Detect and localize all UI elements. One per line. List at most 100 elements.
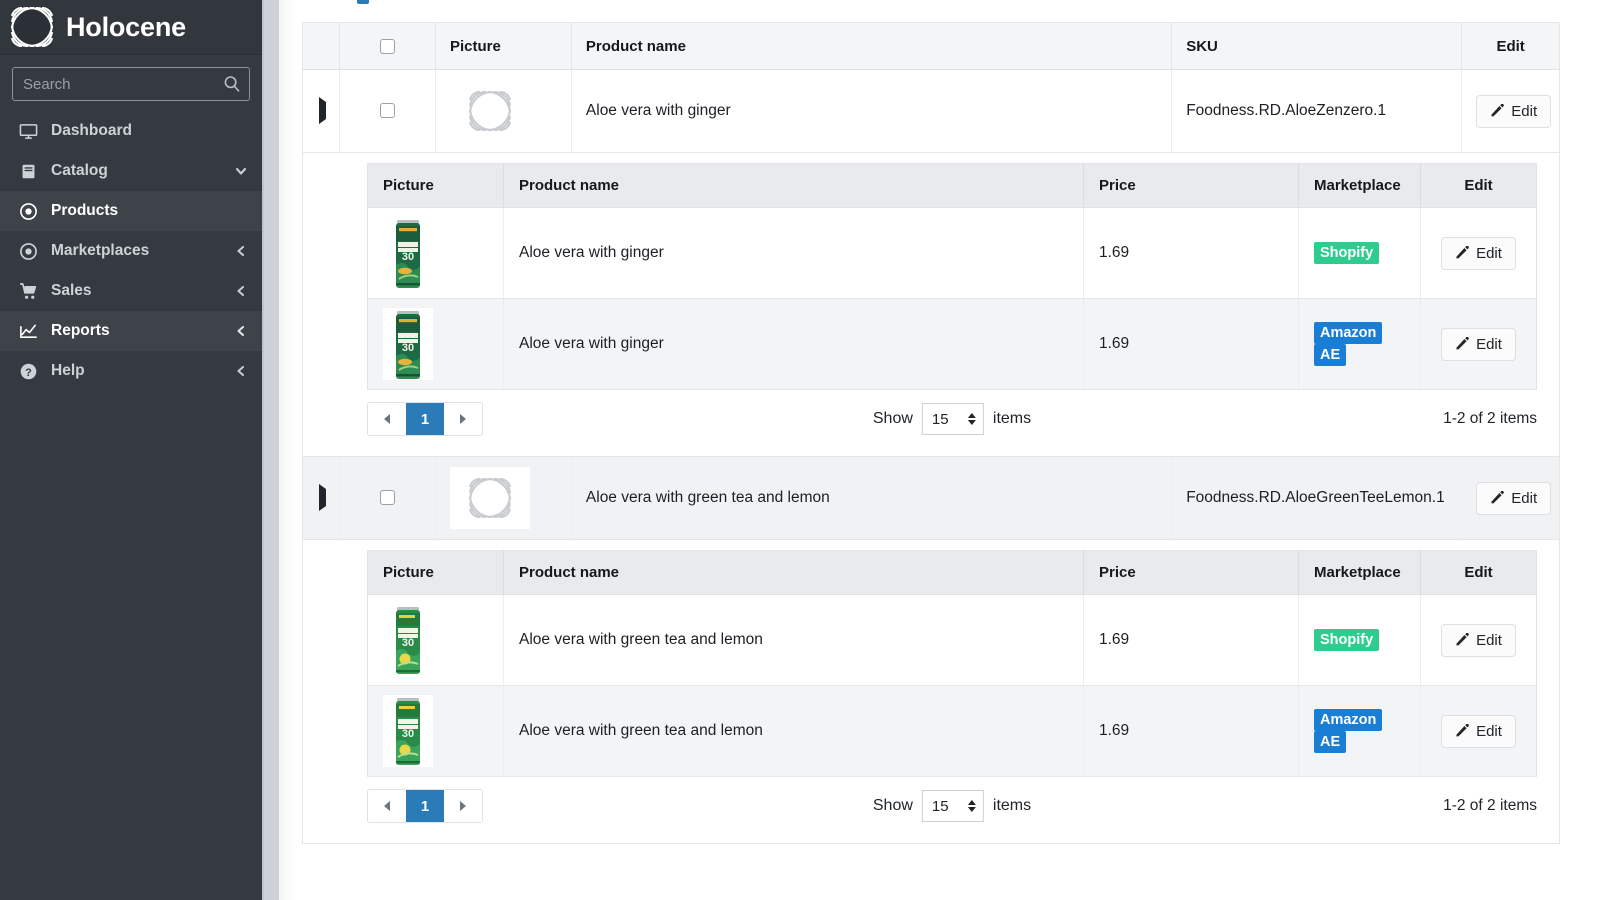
edit-button[interactable]: Edit [1441,236,1516,270]
book-icon [18,161,38,181]
row-select-cell[interactable] [339,456,436,540]
col-marketplace: Marketplace [1298,163,1421,208]
svg-text:?: ? [25,366,32,378]
chevron-right-icon [460,414,466,424]
stepper-arrows-icon[interactable] [967,413,976,425]
search-container [0,55,262,111]
search-box[interactable] [12,67,250,101]
col-edit: Edit [1420,550,1537,595]
page-size-stepper[interactable]: 15 [921,403,984,435]
col-edit: Edit [1461,22,1560,70]
product-can-image [383,217,433,289]
select-all-checkbox[interactable] [380,39,396,55]
chevron-left-icon [384,801,390,811]
product-can-image [383,308,433,380]
variant-product-name: Aloe vera with green tea and lemon [503,685,1084,777]
search-icon[interactable] [223,75,241,93]
table-row[interactable]: Aloe vera with ginger Foodness.RD.AloeZe… [302,69,1560,153]
variants-table-body: Aloe vera with ginger 1.69 Shopify Edit … [367,207,1537,390]
sidebar-item-products[interactable]: Products [0,191,262,231]
sidebar-item-dashboard[interactable]: Dashboard [0,111,262,151]
page-scrollbar[interactable] [262,0,302,900]
variant-picture-cell [367,594,504,686]
row-select-cell[interactable] [339,69,436,153]
row-checkbox[interactable] [380,490,396,506]
col-picture: Picture [367,550,504,595]
pencil-icon [1455,337,1469,351]
page-size-stepper[interactable]: 15 [921,790,984,822]
chevron-left-icon[interactable] [234,244,248,258]
pencil-icon [1455,633,1469,647]
products-table-head: Picture Product name SKU Edit [302,22,1560,70]
col-picture: Picture [367,163,504,208]
stepper-down-icon[interactable] [967,807,976,812]
scrollbar-thumb[interactable] [266,0,279,900]
edit-button-label: Edit [1511,102,1538,120]
circle-dot-icon [18,201,38,221]
cart-icon [18,281,38,301]
variant-row[interactable]: Aloe vera with ginger 1.69 Amazon AE Edi… [367,298,1537,390]
sidebar-item-label: Help [51,362,85,379]
variants-panel: Picture Product name Price Marketplace E… [367,550,1537,777]
variant-product-name: Aloe vera with ginger [503,298,1084,390]
edit-button[interactable]: Edit [1476,481,1552,515]
pagination-page-1[interactable]: 1 [406,790,444,822]
sidebar-item-label: Reports [51,322,110,339]
app-root: Holocene Dashboard [0,0,1600,900]
edit-button[interactable]: Edit [1476,94,1552,128]
variant-price: 1.69 [1083,594,1299,686]
sidebar-item-marketplaces[interactable]: Marketplaces [0,231,262,271]
expand-triangle-icon[interactable] [319,484,326,511]
edit-button[interactable]: Edit [1441,623,1516,657]
variant-row[interactable]: Aloe vera with ginger 1.69 Shopify Edit [367,207,1537,299]
row-checkbox[interactable] [380,103,396,119]
stepper-arrows-icon[interactable] [967,800,976,812]
variants-table-head: Picture Product name Price Marketplace E… [367,550,1537,595]
sidebar-item-sales[interactable]: Sales [0,271,262,311]
stepper-down-icon[interactable] [967,420,976,425]
holocene-logo-icon [10,6,54,48]
pagination-prev-button[interactable] [368,790,406,822]
page-size-value: 15 [931,410,949,428]
pagination-next-button[interactable] [444,403,482,435]
chevron-right-icon [460,801,466,811]
variants-table: Picture Product name Price Marketplace E… [367,550,1537,777]
brand-header: Holocene [0,0,262,55]
products-table: Picture Product name SKU Edit Aloe vera … [302,22,1560,844]
chevron-left-icon[interactable] [234,364,248,378]
expand-triangle-icon[interactable] [319,97,326,124]
pagination-page-1[interactable]: 1 [406,403,444,435]
page-size-group: Show 15 items [873,790,1031,822]
items-label: items [992,797,1032,814]
variants-pagination-bar: 1 Show 15 items 1-2 of 2 items [367,777,1537,833]
edit-button[interactable]: Edit [1441,327,1516,361]
sidebar-item-help[interactable]: ? Help [0,351,262,391]
variant-row[interactable]: Aloe vera with green tea and lemon 1.69 … [367,685,1537,777]
pagination-prev-button[interactable] [368,403,406,435]
edit-button[interactable]: Edit [1441,714,1516,748]
edit-button-label: Edit [1511,489,1538,507]
chevron-left-icon[interactable] [234,284,248,298]
variant-row[interactable]: Aloe vera with green tea and lemon 1.69 … [367,594,1537,686]
sidebar-item-reports[interactable]: Reports [0,311,262,351]
row-expander-cell[interactable] [302,69,341,153]
row-product-name: Aloe vera with ginger [571,69,1173,153]
variant-edit-cell: Edit [1420,594,1537,686]
table-row[interactable]: Aloe vera with green tea and lemon Foodn… [302,456,1560,540]
sidebar-item-label: Dashboard [51,122,132,139]
stepper-up-icon[interactable] [967,800,976,805]
status-badge-shopify: Shopify [1314,628,1380,651]
pagination-next-button[interactable] [444,790,482,822]
variant-marketplace-cell: Amazon AE [1298,685,1421,777]
page-size-group: Show 15 items [873,403,1031,435]
search-input[interactable] [13,68,249,100]
chevron-down-icon[interactable] [234,164,248,178]
main-content: 30 30 [302,0,1600,900]
chevron-left-icon[interactable] [234,324,248,338]
col-price: Price [1083,550,1299,595]
variants-header-row: Picture Product name Price Marketplace E… [367,163,1537,208]
row-expander-cell[interactable] [302,456,341,540]
stepper-up-icon[interactable] [967,413,976,418]
col-price: Price [1083,163,1299,208]
sidebar-item-catalog[interactable]: Catalog [0,151,262,191]
